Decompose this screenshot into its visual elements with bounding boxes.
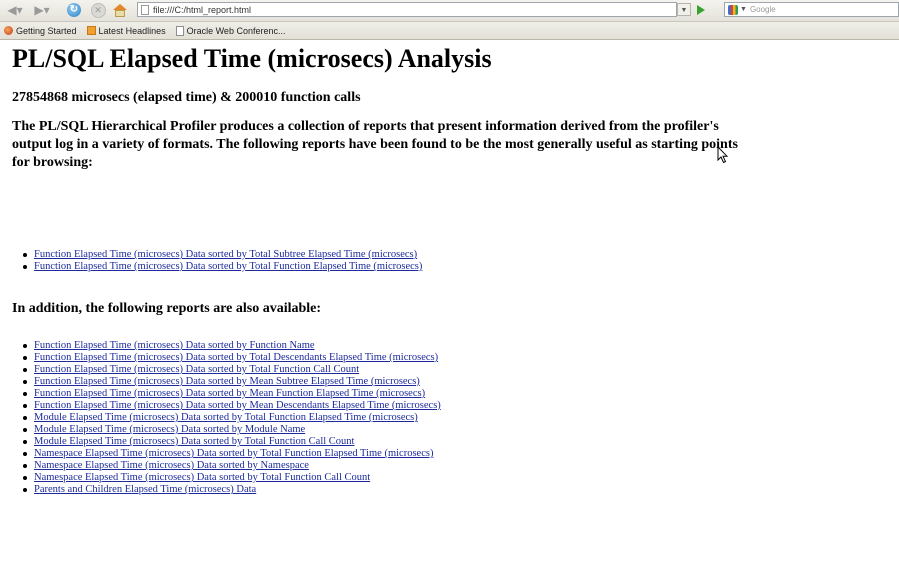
list-item: Function Elapsed Time (microsecs) Data s… xyxy=(20,388,441,400)
rss-icon xyxy=(86,26,96,35)
report-link[interactable]: Module Elapsed Time (microsecs) Data sor… xyxy=(34,412,418,423)
firefox-icon xyxy=(4,26,13,35)
intro-line: The PL/SQL Hierarchical Profiler produce… xyxy=(12,119,719,134)
bookmark-latest-headlines[interactable]: Latest Headlines xyxy=(86,25,166,36)
elapsed-summary: 27854868 microsecs (elapsed time) & 2000… xyxy=(12,90,361,105)
bookmark-oracle-web-conference[interactable]: Oracle Web Conferenc... xyxy=(175,25,286,36)
report-link[interactable]: Function Elapsed Time (microsecs) Data s… xyxy=(34,249,417,260)
bookmarks-toolbar: Getting Started Latest Headlines Oracle … xyxy=(0,22,899,40)
search-engine-dropdown-icon[interactable]: ▼ xyxy=(740,6,747,13)
forward-button[interactable]: ▶▾ xyxy=(30,2,54,18)
intro-line: output log in a variety of formats. The … xyxy=(12,137,738,152)
list-item: Namespace Elapsed Time (microsecs) Data … xyxy=(20,472,441,484)
forward-arrow-icon: ▶▾ xyxy=(34,3,50,17)
report-link[interactable]: Module Elapsed Time (microsecs) Data sor… xyxy=(34,436,354,447)
list-item: Namespace Elapsed Time (microsecs) Data … xyxy=(20,460,441,472)
list-item: Function Elapsed Time (microsecs) Data s… xyxy=(20,261,422,273)
report-link[interactable]: Parents and Children Elapsed Time (micro… xyxy=(34,484,256,495)
go-icon[interactable] xyxy=(697,4,705,15)
search-box[interactable]: ▼ Google xyxy=(724,2,899,17)
reload-button[interactable]: ↻ xyxy=(65,2,83,18)
intro-paragraph: The PL/SQL Hierarchical Profiler produce… xyxy=(12,118,899,172)
stop-icon: ✕ xyxy=(90,2,106,18)
list-item: Function Elapsed Time (microsecs) Data s… xyxy=(20,376,441,388)
reload-icon: ↻ xyxy=(67,3,81,17)
additional-reports-heading: In addition, the following reports are a… xyxy=(12,301,322,316)
back-button[interactable]: ◀▾ xyxy=(3,2,27,18)
list-item: Parents and Children Elapsed Time (micro… xyxy=(20,484,441,496)
report-link[interactable]: Namespace Elapsed Time (microsecs) Data … xyxy=(34,472,370,483)
report-link[interactable]: Function Elapsed Time (microsecs) Data s… xyxy=(34,261,422,272)
page-icon xyxy=(141,4,149,15)
bookmark-label: Getting Started xyxy=(16,25,77,36)
google-icon[interactable] xyxy=(728,4,738,15)
list-item: Module Elapsed Time (microsecs) Data sor… xyxy=(20,412,441,424)
stop-button[interactable]: ✕ xyxy=(89,2,107,18)
list-item: Namespace Elapsed Time (microsecs) Data … xyxy=(20,448,441,460)
browser-toolbar: ◀▾ ▶▾ ↻ ✕ file:///C:/html_report.html ▼ … xyxy=(0,0,899,22)
page-icon xyxy=(175,25,184,36)
report-link[interactable]: Namespace Elapsed Time (microsecs) Data … xyxy=(34,448,433,459)
report-link[interactable]: Function Elapsed Time (microsecs) Data s… xyxy=(34,376,420,387)
secondary-report-list: Function Elapsed Time (microsecs) Data s… xyxy=(20,340,441,496)
bookmark-getting-started[interactable]: Getting Started xyxy=(4,26,77,36)
list-item: Function Elapsed Time (microsecs) Data s… xyxy=(20,352,441,364)
list-item: Module Elapsed Time (microsecs) Data sor… xyxy=(20,436,441,448)
url-text: file:///C:/html_report.html xyxy=(153,4,252,15)
list-item: Function Elapsed Time (microsecs) Data s… xyxy=(20,340,441,352)
report-link[interactable]: Function Elapsed Time (microsecs) Data s… xyxy=(34,340,315,351)
address-bar[interactable]: file:///C:/html_report.html xyxy=(137,2,677,17)
home-icon xyxy=(113,3,127,17)
report-link[interactable]: Function Elapsed Time (microsecs) Data s… xyxy=(34,364,359,375)
intro-line: for browsing: xyxy=(12,155,93,170)
list-item: Function Elapsed Time (microsecs) Data s… xyxy=(20,249,422,261)
home-button[interactable] xyxy=(111,2,129,18)
url-controls: ▼ xyxy=(677,2,715,17)
list-item: Module Elapsed Time (microsecs) Data sor… xyxy=(20,424,441,436)
report-link[interactable]: Function Elapsed Time (microsecs) Data s… xyxy=(34,352,438,363)
primary-report-list: Function Elapsed Time (microsecs) Data s… xyxy=(20,249,422,273)
list-item: Function Elapsed Time (microsecs) Data s… xyxy=(20,400,441,412)
report-link[interactable]: Function Elapsed Time (microsecs) Data s… xyxy=(34,400,441,411)
bookmark-label: Oracle Web Conferenc... xyxy=(186,25,286,36)
page-title: PL/SQL Elapsed Time (microsecs) Analysis xyxy=(12,44,492,73)
report-link[interactable]: Namespace Elapsed Time (microsecs) Data … xyxy=(34,460,309,471)
back-arrow-icon: ◀▾ xyxy=(7,3,23,17)
url-history-dropdown[interactable]: ▼ xyxy=(677,3,691,16)
report-link[interactable]: Function Elapsed Time (microsecs) Data s… xyxy=(34,388,425,399)
bookmark-label: Latest Headlines xyxy=(98,25,166,36)
search-placeholder: Google xyxy=(749,5,776,14)
list-item: Function Elapsed Time (microsecs) Data s… xyxy=(20,364,441,376)
report-link[interactable]: Module Elapsed Time (microsecs) Data sor… xyxy=(34,424,305,435)
